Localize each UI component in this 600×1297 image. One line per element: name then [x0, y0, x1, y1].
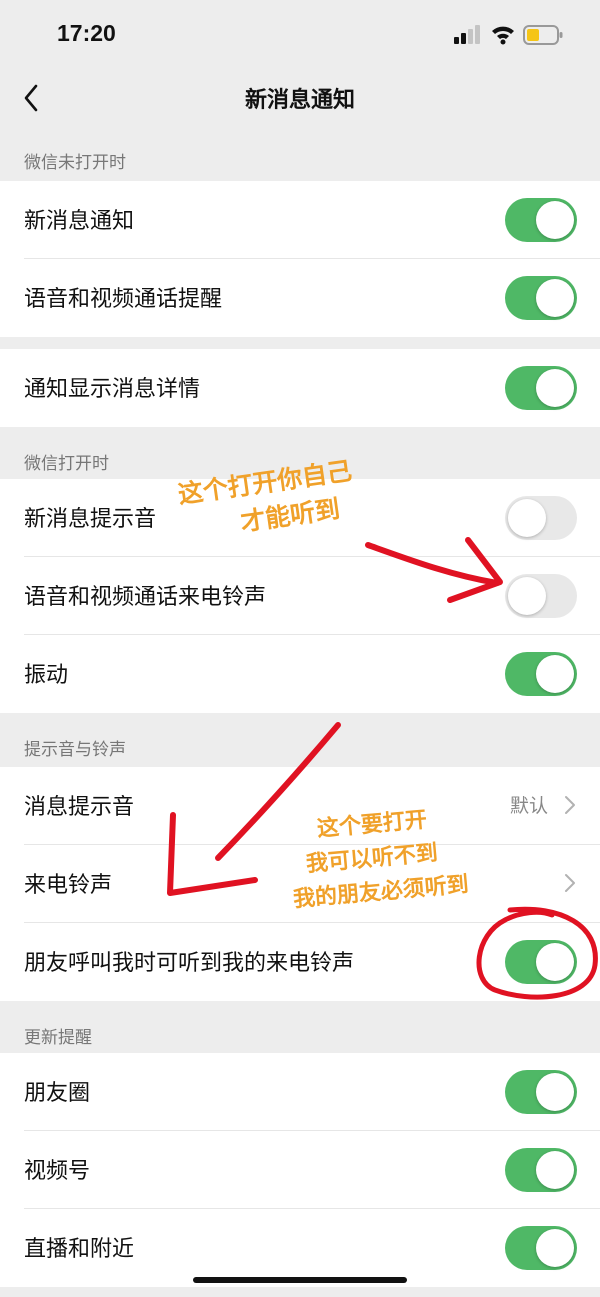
setting-label: 朋友呼叫我时可听到我的来电铃声 — [24, 951, 355, 976]
status-icons — [454, 25, 563, 45]
chevron-right-icon — [565, 874, 575, 892]
status-bar: 17:20 — [0, 0, 600, 70]
setting-label: 消息提示音 — [24, 795, 135, 820]
nav-bar: 新消息通知 — [0, 70, 600, 126]
section-header-updates: 更新提醒 — [0, 1001, 600, 1056]
setting-label: 来电铃声 — [24, 873, 113, 898]
section-header-sounds: 提示音与铃声 — [0, 713, 600, 768]
setting-label: 语音和视频通话来电铃声 — [24, 585, 267, 610]
toggle-switch[interactable] — [505, 1148, 577, 1192]
section-header-label: 提示音与铃声 — [24, 740, 126, 760]
setting-label: 新消息通知 — [24, 209, 135, 234]
setting-label: 视频号 — [24, 1159, 91, 1184]
toggle-switch[interactable] — [505, 276, 577, 320]
setting-row-friend-hear-ringtone[interactable]: 朋友呼叫我时可听到我的来电铃声 — [0, 923, 600, 1001]
setting-label: 新消息提示音 — [24, 507, 157, 532]
setting-row-call-reminder[interactable]: 语音和视频通话提醒 — [0, 259, 600, 337]
setting-value: 默认 — [509, 795, 548, 817]
setting-label: 语音和视频通话提醒 — [24, 287, 223, 312]
setting-row-live-nearby[interactable]: 直播和附近 — [0, 1209, 600, 1287]
signal-icon — [454, 25, 480, 44]
setting-row-vibrate[interactable]: 振动 — [0, 635, 600, 713]
status-time: 17:20 — [57, 20, 116, 46]
section-header-wechat-closed: 微信未打开时 — [0, 126, 600, 181]
setting-label: 振动 — [24, 663, 69, 688]
setting-label: 直播和附近 — [24, 1237, 135, 1262]
toggle-switch[interactable] — [505, 198, 577, 242]
setting-label: 朋友圈 — [24, 1081, 91, 1106]
setting-row-channels[interactable]: 视频号 — [0, 1131, 600, 1209]
setting-row-call-ringtone[interactable]: 语音和视频通话来电铃声 — [0, 557, 600, 635]
setting-row-moments[interactable]: 朋友圈 — [0, 1053, 600, 1131]
annotation-note-2: 这个要打开 我可以听不到 我的朋友必须听到 — [292, 807, 470, 913]
toggle-switch[interactable] — [505, 940, 577, 984]
battery-icon — [523, 25, 563, 45]
wifi-icon — [492, 26, 514, 45]
section-header-label: 更新提醒 — [24, 1028, 92, 1048]
setting-row-show-details[interactable]: 通知显示消息详情 — [0, 349, 600, 427]
toggle-switch[interactable] — [505, 652, 577, 696]
home-indicator[interactable] — [193, 1277, 407, 1283]
section-header-label: 微信未打开时 — [24, 153, 126, 173]
setting-label: 通知显示消息详情 — [24, 377, 201, 402]
toggle-switch[interactable] — [505, 496, 577, 540]
section-gap — [0, 337, 600, 349]
section-header-label: 微信打开时 — [24, 454, 109, 474]
toggle-switch[interactable] — [505, 1226, 577, 1270]
toggle-switch[interactable] — [505, 366, 577, 410]
chevron-right-icon — [565, 796, 575, 814]
toggle-switch[interactable] — [505, 574, 577, 618]
toggle-switch[interactable] — [505, 1070, 577, 1114]
setting-row-new-message-notify[interactable]: 新消息通知 — [0, 181, 600, 259]
page-title: 新消息通知 — [244, 88, 355, 113]
